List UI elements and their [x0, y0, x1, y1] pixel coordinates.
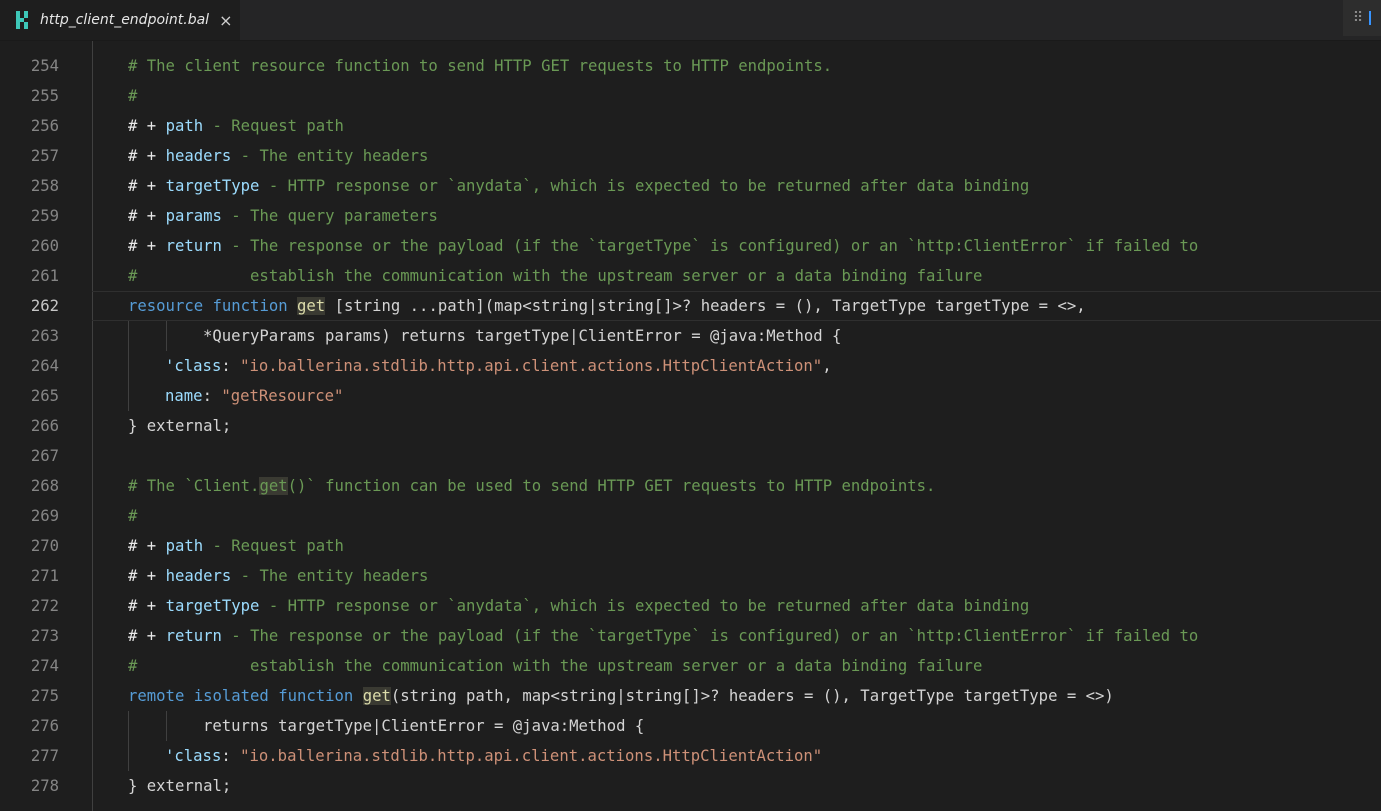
line-number: 275	[30, 687, 59, 705]
doc-param: # + path - Request path	[128, 117, 344, 135]
line-number: 257	[30, 147, 59, 165]
line-number: 260	[30, 237, 59, 255]
code-editor[interactable]: 254 # The client resource function to sen…	[0, 41, 1381, 811]
doc-param: # + headers - The entity headers	[128, 567, 429, 585]
code-line-current[interactable]: 262 resource function get [string ...path…	[0, 291, 1381, 321]
comment: #	[128, 87, 138, 105]
line-number: 274	[30, 657, 59, 675]
doc-param: # + params - The query parameters	[128, 207, 438, 225]
line-number: 259	[30, 207, 59, 225]
doc-param: # + return - The response or the payload…	[128, 237, 1199, 255]
line-number: 272	[30, 597, 59, 615]
line-number: 265	[30, 387, 59, 405]
code-line[interactable]: 264 'class: "io.ballerina.stdlib.http.api…	[0, 351, 1381, 381]
doc-param: # + path - Request path	[128, 537, 344, 555]
tab-filename: http_client_endpoint.bal	[40, 12, 210, 28]
ballerina-file-icon	[16, 11, 30, 29]
comment: # The `Client.get()` function can be use…	[128, 477, 936, 495]
editor-tab-bar: http_client_endpoint.bal × ⠿	[0, 0, 1381, 41]
editor-tab[interactable]: http_client_endpoint.bal ×	[0, 0, 240, 40]
annotation-field: name: "getResource"	[165, 387, 344, 405]
line-number: 254	[30, 57, 59, 75]
comment: # establish the communication with the u…	[128, 267, 983, 285]
code-line[interactable]: 278 } external;	[0, 771, 1381, 801]
line-number: 278	[30, 777, 59, 795]
code-line[interactable]: 273 # + return - The response or the payl…	[0, 621, 1381, 651]
line-number: 269	[30, 507, 59, 525]
code-line[interactable]: 255 #	[0, 81, 1381, 111]
grip-icon[interactable]: ⠿	[1353, 10, 1363, 26]
doc-param: # + headers - The entity headers	[128, 147, 429, 165]
code-line[interactable]: 259 # + params - The query parameters	[0, 201, 1381, 231]
line-number: 264	[30, 357, 59, 375]
code-line[interactable]: 257 # + headers - The entity headers	[0, 141, 1381, 171]
code-text: } external;	[128, 777, 232, 795]
annotation-field: 'class: "io.ballerina.stdlib.http.api.cl…	[165, 747, 823, 765]
code-line[interactable]: 266 } external;	[0, 411, 1381, 441]
doc-param: # + targetType - HTTP response or `anyda…	[128, 177, 1030, 195]
code-line[interactable]: 270 # + path - Request path	[0, 531, 1381, 561]
code-line[interactable]: 267	[0, 441, 1381, 471]
line-number: 261	[30, 267, 59, 285]
code-line[interactable]: 268 # The `Client.get()` function can be …	[0, 471, 1381, 501]
code-text: returns targetType|ClientError = @java:M…	[203, 717, 645, 735]
comment: #	[128, 507, 138, 525]
annotation-field: 'class: "io.ballerina.stdlib.http.api.cl…	[165, 357, 832, 375]
doc-param: # + return - The response or the payload…	[128, 627, 1199, 645]
code-line[interactable]: 272 # + targetType - HTTP response or `an…	[0, 591, 1381, 621]
split-indicator	[1369, 11, 1372, 25]
remote-signature: remote isolated function get(string path…	[128, 687, 1114, 705]
close-icon[interactable]: ×	[219, 11, 232, 30]
code-text: *QueryParams params) returns targetType|…	[203, 327, 842, 345]
code-line[interactable]: 258 # + targetType - HTTP response or `an…	[0, 171, 1381, 201]
line-number: 258	[30, 177, 59, 195]
line-number: 266	[30, 417, 59, 435]
line-number: 271	[30, 567, 59, 585]
line-number: 273	[30, 627, 59, 645]
line-number: 267	[30, 447, 59, 465]
code-line[interactable]: 271 # + headers - The entity headers	[0, 561, 1381, 591]
code-line[interactable]: 260 # + return - The response or the payl…	[0, 231, 1381, 261]
comment: # establish the communication with the u…	[128, 657, 983, 675]
doc-param: # + targetType - HTTP response or `anyda…	[128, 597, 1030, 615]
line-number: 255	[30, 87, 59, 105]
line-number: 276	[30, 717, 59, 735]
code-line[interactable]: 263 *QueryParams params) returns targetTy…	[0, 321, 1381, 351]
code-line[interactable]: 269 #	[0, 501, 1381, 531]
code-line[interactable]: 265 name: "getResource"	[0, 381, 1381, 411]
code-line[interactable]: 274 # establish the communication with th…	[0, 651, 1381, 681]
code-line[interactable]: 261 # establish the communication with th…	[0, 261, 1381, 291]
line-number: 263	[30, 327, 59, 345]
line-number: 277	[30, 747, 59, 765]
line-number: 268	[30, 477, 59, 495]
code-line[interactable]: 275 remote isolated function get(string p…	[0, 681, 1381, 711]
comment: # The client resource function to send H…	[128, 57, 833, 75]
code-line[interactable]: 276 returns targetType|ClientError = @jav…	[0, 711, 1381, 741]
line-number: 270	[30, 537, 59, 555]
code-line[interactable]: 277 'class: "io.ballerina.stdlib.http.api…	[0, 741, 1381, 771]
code-line[interactable]: 254 # The client resource function to sen…	[0, 51, 1381, 81]
code-line[interactable]: 256 # + path - Request path	[0, 111, 1381, 141]
line-number: 262	[30, 297, 59, 315]
resource-signature: resource function get [string ...path](m…	[128, 297, 1086, 315]
code-text: } external;	[128, 417, 232, 435]
line-number: 256	[30, 117, 59, 135]
editor-actions[interactable]: ⠿	[1343, 0, 1381, 36]
